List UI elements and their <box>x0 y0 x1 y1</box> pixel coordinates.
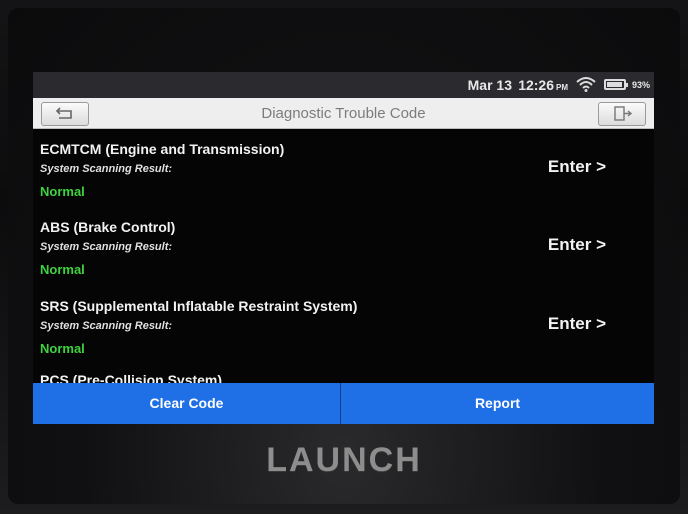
status-bar: Mar 13 12:26 PM 93% <box>33 72 654 98</box>
system-item-abs[interactable]: ABS (Brake Control) System Scanning Resu… <box>33 207 654 285</box>
system-name: ABS (Brake Control) <box>40 219 176 235</box>
status-time-value: 12:26 <box>518 77 554 93</box>
exit-button[interactable] <box>598 102 646 126</box>
enter-button[interactable]: Enter > <box>548 235 606 255</box>
scan-result-label: System Scanning Result: <box>40 163 173 175</box>
launch-logo: LAUNCH <box>266 441 422 479</box>
status-time: 12:26 PM <box>518 77 568 93</box>
status-date: Mar 13 <box>467 77 512 93</box>
exit-door-icon <box>614 106 633 121</box>
page-title: Diagnostic Trouble Code <box>261 105 426 122</box>
device-screen: Mar 13 12:26 PM 93% Diagnostic Trouble Co… <box>33 72 654 424</box>
system-item-srs[interactable]: SRS (Supplemental Inflatable Restraint S… <box>33 286 654 364</box>
enter-button[interactable]: Enter > <box>548 314 606 334</box>
battery-fill <box>607 82 622 87</box>
scan-result-status: Normal <box>40 184 85 199</box>
title-bar: Diagnostic Trouble Code <box>33 98 654 129</box>
system-item-ecmtcm[interactable]: ECMTCM (Engine and Transmission) System … <box>33 129 654 207</box>
system-list: ECMTCM (Engine and Transmission) System … <box>33 129 654 384</box>
action-bar: Clear Code Report <box>33 383 654 424</box>
battery-icon <box>604 79 628 90</box>
wifi-icon <box>576 76 596 92</box>
scan-result-status: Normal <box>40 341 85 356</box>
status-ampm: PM <box>556 83 568 92</box>
enter-button[interactable]: Enter > <box>548 157 606 177</box>
system-name: ECMTCM (Engine and Transmission) <box>40 141 285 157</box>
scan-result-label: System Scanning Result: <box>40 320 173 332</box>
report-button[interactable]: Report <box>341 383 654 424</box>
battery-percent: 93% <box>631 80 650 90</box>
battery-nub <box>626 83 628 87</box>
scan-result-status: Normal <box>40 262 85 277</box>
system-name: SRS (Supplemental Inflatable Restraint S… <box>40 298 358 314</box>
scan-result-label: System Scanning Result: <box>40 241 173 253</box>
clear-code-button[interactable]: Clear Code <box>33 383 340 424</box>
